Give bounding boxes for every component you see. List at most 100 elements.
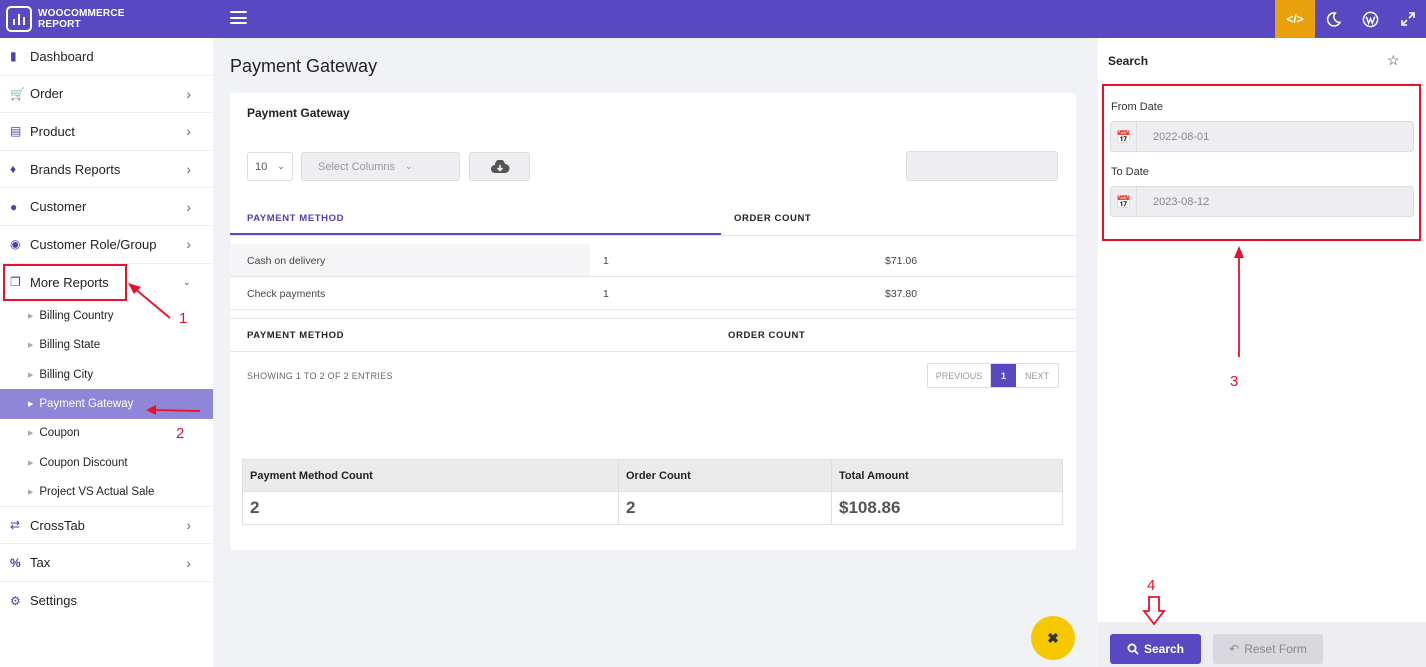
- chevron-right-icon: ›: [186, 123, 191, 140]
- chevron-right-icon: ›: [186, 85, 191, 102]
- search-button-label: Search: [1143, 642, 1185, 656]
- sidebar-item-label: Order: [30, 86, 64, 102]
- annotation-label: 2: [176, 425, 185, 442]
- caret-right-icon: ▶: [28, 459, 34, 467]
- code-icon[interactable]: </>: [1275, 0, 1315, 38]
- select-columns-label: Select Columns: [318, 160, 396, 173]
- table-cell: $71.06: [885, 255, 918, 267]
- pagination-next[interactable]: NEXT: [1016, 364, 1058, 387]
- caret-right-icon: ▶: [28, 488, 34, 496]
- chevron-down-icon: ⌄: [182, 276, 191, 288]
- top-bar: WOOCOMMERCE REPORT </>: [0, 0, 1426, 38]
- column-header-order-count[interactable]: ORDER COUNT: [734, 213, 811, 224]
- reply-icon: ↶: [1229, 642, 1240, 656]
- cart-icon: 🛒: [10, 86, 25, 101]
- brand-logo[interactable]: WOOCOMMERCE REPORT: [0, 0, 213, 38]
- sidebar-item-label: Customer Role/Group: [30, 236, 157, 252]
- annotation-label: 3: [1230, 373, 1239, 390]
- expand-icon[interactable]: [1389, 0, 1426, 38]
- sidebar-sub-label: Billing City: [39, 368, 94, 381]
- chevron-right-icon: ›: [186, 198, 191, 215]
- moon-icon[interactable]: [1315, 0, 1352, 38]
- table-cell: Cash on delivery: [247, 255, 326, 267]
- close-fab-button[interactable]: ✖: [1031, 616, 1075, 660]
- sidebar-sub-billing-state[interactable]: ▶ Billing State: [0, 331, 213, 360]
- summary-table: Payment Method Count Order Count Total A…: [242, 459, 1063, 525]
- sidebar-sub-label: Project VS Actual Sale: [39, 485, 155, 498]
- menu-toggle-icon[interactable]: [230, 11, 247, 24]
- reset-form-button[interactable]: ↶ Reset Form: [1213, 634, 1323, 664]
- summary-value: 2: [242, 491, 619, 525]
- sidebar-sub-label: Billing State: [39, 339, 101, 352]
- table-cell: 1: [603, 255, 609, 267]
- chevron-right-icon: ›: [186, 161, 191, 178]
- table-cell: 1: [603, 288, 609, 300]
- wordpress-icon[interactable]: [1352, 0, 1389, 38]
- summary-header: Payment Method Count: [242, 459, 619, 492]
- sidebar-sub-coupon-discount[interactable]: ▶ Coupon Discount: [0, 448, 213, 477]
- entries-info: SHOWING 1 TO 2 OF 2 ENTRIES: [247, 371, 393, 381]
- sidebar-item-label: CrossTab: [30, 517, 85, 533]
- page-length-select[interactable]: 10 ⌄: [247, 152, 293, 181]
- chevron-right-icon: ›: [186, 554, 191, 571]
- sidebar-sub-label: Coupon: [39, 427, 80, 440]
- search-button[interactable]: Search: [1110, 634, 1201, 664]
- table-search-input[interactable]: [906, 151, 1058, 181]
- sidebar: ▮ Dashboard 🛒 Order › ▤ Product › ♦ Bran…: [0, 38, 213, 667]
- pagination-page-1[interactable]: 1: [991, 364, 1016, 387]
- select-columns-dropdown[interactable]: Select Columns ⌄: [301, 152, 460, 181]
- column-header-payment-method[interactable]: PAYMENT METHOD: [247, 213, 344, 224]
- annotation-box-date-filters: [1102, 84, 1421, 241]
- table-cell: $37.80: [885, 288, 918, 300]
- sidebar-item-dashboard[interactable]: ▮ Dashboard: [0, 38, 213, 76]
- star-icon[interactable]: ☆: [1387, 52, 1400, 69]
- download-button[interactable]: [469, 152, 530, 181]
- brand-line1: WOOCOMMERCE: [38, 8, 125, 19]
- sidebar-item-customer[interactable]: ● Customer ›: [0, 188, 213, 226]
- page-length-value: 10: [255, 160, 268, 173]
- sidebar-item-brands-reports[interactable]: ♦ Brands Reports ›: [0, 151, 213, 189]
- chevron-down-icon: ⌄: [277, 161, 285, 171]
- table-cell: Check payments: [247, 288, 326, 300]
- sidebar-sub-project-vs-actual-sale[interactable]: ▶ Project VS Actual Sale: [0, 478, 213, 507]
- percent-icon: %: [10, 555, 21, 570]
- sidebar-item-label: Brands Reports: [30, 161, 121, 177]
- sidebar-sub-billing-city[interactable]: ▶ Billing City: [0, 360, 213, 389]
- summary-header: Order Count: [618, 459, 832, 492]
- sidebar-item-label: Tax: [30, 555, 51, 571]
- sidebar-sub-payment-gateway[interactable]: ▶ Payment Gateway: [0, 389, 213, 419]
- summary-value: 2: [618, 491, 832, 525]
- sidebar-item-settings[interactable]: ⚙ Settings: [0, 582, 213, 620]
- card-title: Payment Gateway: [247, 106, 350, 120]
- caret-right-icon: ▶: [28, 371, 34, 379]
- chevron-right-icon: ›: [186, 517, 191, 534]
- footer-header-order-count: ORDER COUNT: [728, 330, 806, 341]
- report-card: Payment Gateway 10 ⌄ Select Columns ⌄ PA…: [230, 93, 1076, 550]
- caret-right-icon: ▶: [28, 430, 34, 438]
- summary-value: $108.86: [831, 491, 1063, 525]
- caret-right-icon: ▶: [28, 312, 34, 320]
- sidebar-item-order[interactable]: 🛒 Order ›: [0, 76, 213, 114]
- sidebar-item-product[interactable]: ▤ Product ›: [0, 113, 213, 151]
- shuffle-icon: ⇄: [10, 518, 21, 533]
- close-icon: ✖: [1047, 629, 1059, 646]
- sidebar-item-tax[interactable]: % Tax ›: [0, 544, 213, 583]
- sidebar-item-customer-role-group[interactable]: ◉ Customer Role/Group ›: [0, 226, 213, 264]
- sidebar-sub-label: Billing Country: [39, 309, 114, 322]
- chevron-down-icon: ⌄: [405, 161, 413, 171]
- caret-right-icon: ▶: [28, 342, 34, 350]
- pagination-previous[interactable]: PREVIOUS: [928, 364, 991, 387]
- search-icon: [1127, 643, 1139, 655]
- tag-icon: ♦: [10, 162, 17, 177]
- caret-right-icon: ▶: [28, 401, 34, 409]
- bar-chart-icon: [6, 6, 32, 32]
- summary-header: Total Amount: [831, 459, 1063, 492]
- bag-icon: ▤: [10, 124, 22, 139]
- reset-button-label: Reset Form: [1244, 642, 1307, 656]
- page-title: Payment Gateway: [230, 56, 378, 76]
- cogs-icon: ⚙: [10, 593, 21, 608]
- sidebar-item-crosstab[interactable]: ⇄ CrossTab ›: [0, 507, 213, 545]
- sidebar-item-label: Customer: [30, 199, 87, 215]
- annotation-label: 4: [1147, 577, 1156, 594]
- user-circle-icon: ◉: [10, 237, 21, 252]
